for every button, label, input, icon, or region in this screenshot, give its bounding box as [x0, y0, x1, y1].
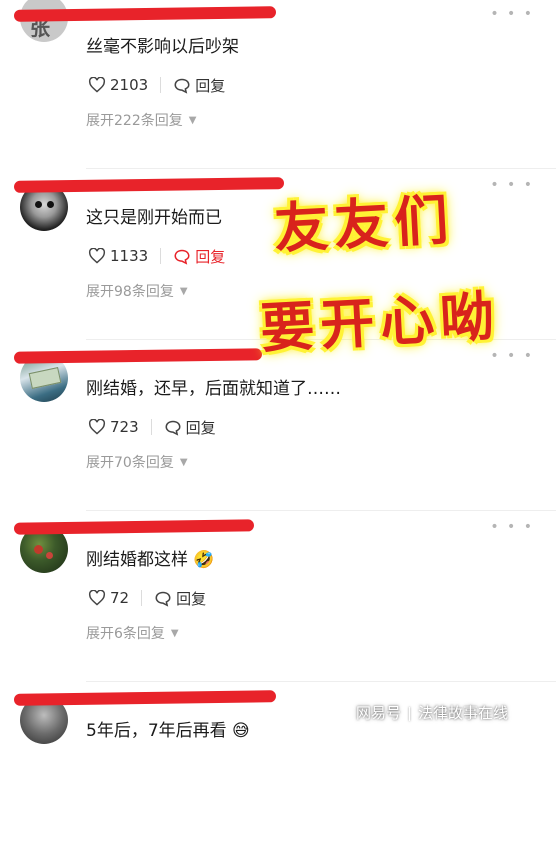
- like-button[interactable]: 1133: [88, 247, 148, 265]
- like-count: 72: [110, 589, 130, 607]
- comment-text: 5年后，7年后再看 😅: [86, 721, 250, 741]
- comment-item: • • • 刚结婚都这样 🤣 72 回复 展开6条回复 ▼: [0, 511, 556, 682]
- expand-replies[interactable]: 展开70条回复 ▼: [86, 452, 188, 472]
- reply-button[interactable]: 回复: [173, 75, 225, 96]
- caret-down-icon: ▼: [179, 285, 188, 297]
- reply-button[interactable]: 回复: [154, 588, 206, 609]
- expand-label: 展开222条回复: [86, 113, 183, 129]
- heart-icon: [88, 419, 106, 435]
- expand-replies[interactable]: 展开222条回复 ▼: [86, 110, 196, 130]
- redacted-username: [13, 690, 277, 706]
- comment-actions: 723 回复: [88, 416, 216, 438]
- comment-actions: 72 回复: [88, 587, 206, 609]
- reply-label: 回复: [195, 76, 226, 95]
- speech-bubble-icon: [165, 420, 181, 436]
- like-button[interactable]: 2103: [88, 76, 148, 94]
- comment-item: • • • 这只是刚开始而已 1133 回复 展开98条回复 ▼: [0, 169, 556, 340]
- expand-replies[interactable]: 展开98条回复 ▼: [86, 281, 188, 301]
- caret-down-icon: ▼: [188, 114, 197, 126]
- reply-button[interactable]: 回复: [164, 417, 216, 438]
- redacted-username: [13, 348, 263, 364]
- comment-text: 刚结婚，还早，后面就知道了……: [86, 379, 341, 399]
- comment-actions: 1133 回复: [88, 245, 225, 267]
- divider: [150, 419, 152, 435]
- caret-down-icon: ▼: [179, 456, 188, 468]
- comment-item: • • • 刚结婚，还早，后面就知道了…… 723 回复 展开70条回复 ▼: [0, 340, 556, 511]
- expand-replies[interactable]: 展开6条回复 ▼: [86, 623, 179, 643]
- watermark-channel: 法律故事在线: [418, 704, 509, 722]
- comment-actions: 2103 回复: [88, 74, 225, 96]
- more-dots-icon[interactable]: • • •: [490, 177, 534, 193]
- reply-label: 回复: [195, 247, 226, 266]
- comment-item: 张 • • • 丝毫不影响以后吵架 2103 回复 展开222条回复 ▼: [0, 0, 556, 169]
- comment-text: 丝毫不影响以后吵架: [86, 37, 239, 57]
- like-button[interactable]: 72: [88, 589, 129, 607]
- like-button[interactable]: 723: [88, 418, 139, 436]
- expand-label: 展开6条回复: [86, 626, 165, 642]
- divider: [160, 248, 162, 264]
- heart-icon: [88, 248, 106, 264]
- like-count: 723: [110, 418, 139, 436]
- redacted-username: [13, 519, 255, 535]
- reply-button[interactable]: 回复: [173, 246, 225, 267]
- more-dots-icon[interactable]: • • •: [490, 348, 534, 364]
- expand-label: 展开98条回复: [86, 284, 174, 300]
- comment-text: 刚结婚都这样 🤣: [86, 550, 215, 570]
- more-dots-icon[interactable]: • • •: [490, 519, 534, 535]
- divider: [141, 590, 143, 606]
- reply-label: 回复: [176, 589, 207, 608]
- heart-icon: [88, 77, 106, 93]
- comment-text: 这只是刚开始而已: [86, 208, 222, 228]
- speech-bubble-icon: [174, 78, 190, 94]
- heart-icon: [88, 590, 106, 606]
- redacted-username: [13, 177, 285, 193]
- speech-bubble-icon: [174, 249, 190, 265]
- like-count: 2103: [110, 76, 149, 94]
- divider: [160, 77, 162, 93]
- watermark-brand: 网易号: [356, 704, 402, 722]
- divider: [409, 706, 411, 721]
- speech-bubble-icon: [155, 591, 171, 607]
- expand-label: 展开70条回复: [86, 455, 174, 471]
- more-dots-icon[interactable]: • • •: [490, 6, 534, 22]
- watermark: 网易号 法律故事在线: [356, 702, 508, 723]
- reply-label: 回复: [185, 418, 216, 437]
- caret-down-icon: ▼: [170, 627, 179, 639]
- like-count: 1133: [110, 247, 149, 265]
- redacted-username: [13, 6, 277, 22]
